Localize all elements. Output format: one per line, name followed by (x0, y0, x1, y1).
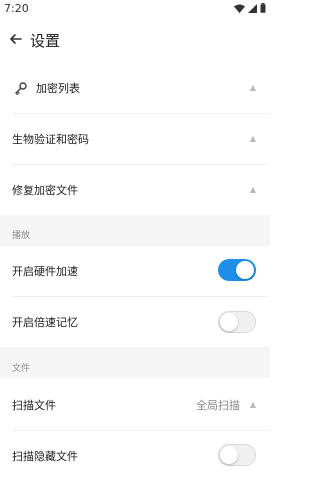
status-icons (234, 3, 266, 13)
hw-accel-toggle[interactable] (218, 259, 256, 281)
list-item-biometric[interactable]: 生物验证和密码 ▲ (0, 114, 270, 165)
signal-icon (248, 3, 257, 13)
list-item-label: 开启硬件加速 (12, 265, 78, 278)
status-bar: 7:20 (0, 0, 270, 18)
list-item-repair-files[interactable]: 修复加密文件 ▲ (0, 165, 270, 215)
toggle-knob (236, 261, 254, 279)
section-header-files: 文件 (0, 347, 270, 378)
list-item-speed-memory[interactable]: 开启倍速记忆 (0, 297, 270, 347)
back-arrow-icon (10, 34, 22, 44)
chevron-up-icon: ▲ (249, 83, 256, 92)
list-item-label: 加密列表 (36, 82, 80, 95)
toggle-knob (220, 313, 238, 331)
list-item-hw-accel[interactable]: 开启硬件加速 (0, 246, 270, 296)
chevron-up-icon: ▲ (249, 400, 256, 409)
scan-hidden-toggle[interactable] (218, 444, 256, 466)
chevron-up-icon: ▲ (249, 134, 256, 143)
section-label: 文件 (12, 364, 31, 374)
status-time: 7:20 (4, 2, 29, 15)
wifi-icon (234, 4, 245, 13)
page-title: 设置 (30, 32, 61, 50)
app-bar: 设置 (0, 18, 270, 62)
list-item-label: 扫描文件 (12, 399, 56, 412)
battery-icon (260, 3, 266, 13)
list-item-label: 生物验证和密码 (12, 133, 89, 146)
section-label: 播放 (12, 231, 31, 241)
section-header-playback: 播放 (0, 215, 270, 246)
list-item-label: 开启倍速记忆 (12, 316, 78, 329)
list-item-label: 扫描隐藏文件 (12, 450, 78, 463)
list-item-scan-files[interactable]: 扫描文件 全局扫描 ▲ (0, 378, 270, 430)
chevron-up-icon: ▲ (249, 185, 256, 194)
toggle-knob (220, 446, 238, 464)
key-icon (15, 82, 27, 95)
scan-mode-value: 全局扫描 (196, 399, 240, 412)
list-item-label: 修复加密文件 (12, 184, 78, 197)
list-item-scan-hidden[interactable]: 扫描隐藏文件 (0, 431, 270, 480)
back-button[interactable] (6, 29, 26, 49)
list-item-encrypted-list[interactable]: 加密列表 ▲ (0, 62, 270, 114)
speed-memory-toggle[interactable] (218, 311, 256, 333)
